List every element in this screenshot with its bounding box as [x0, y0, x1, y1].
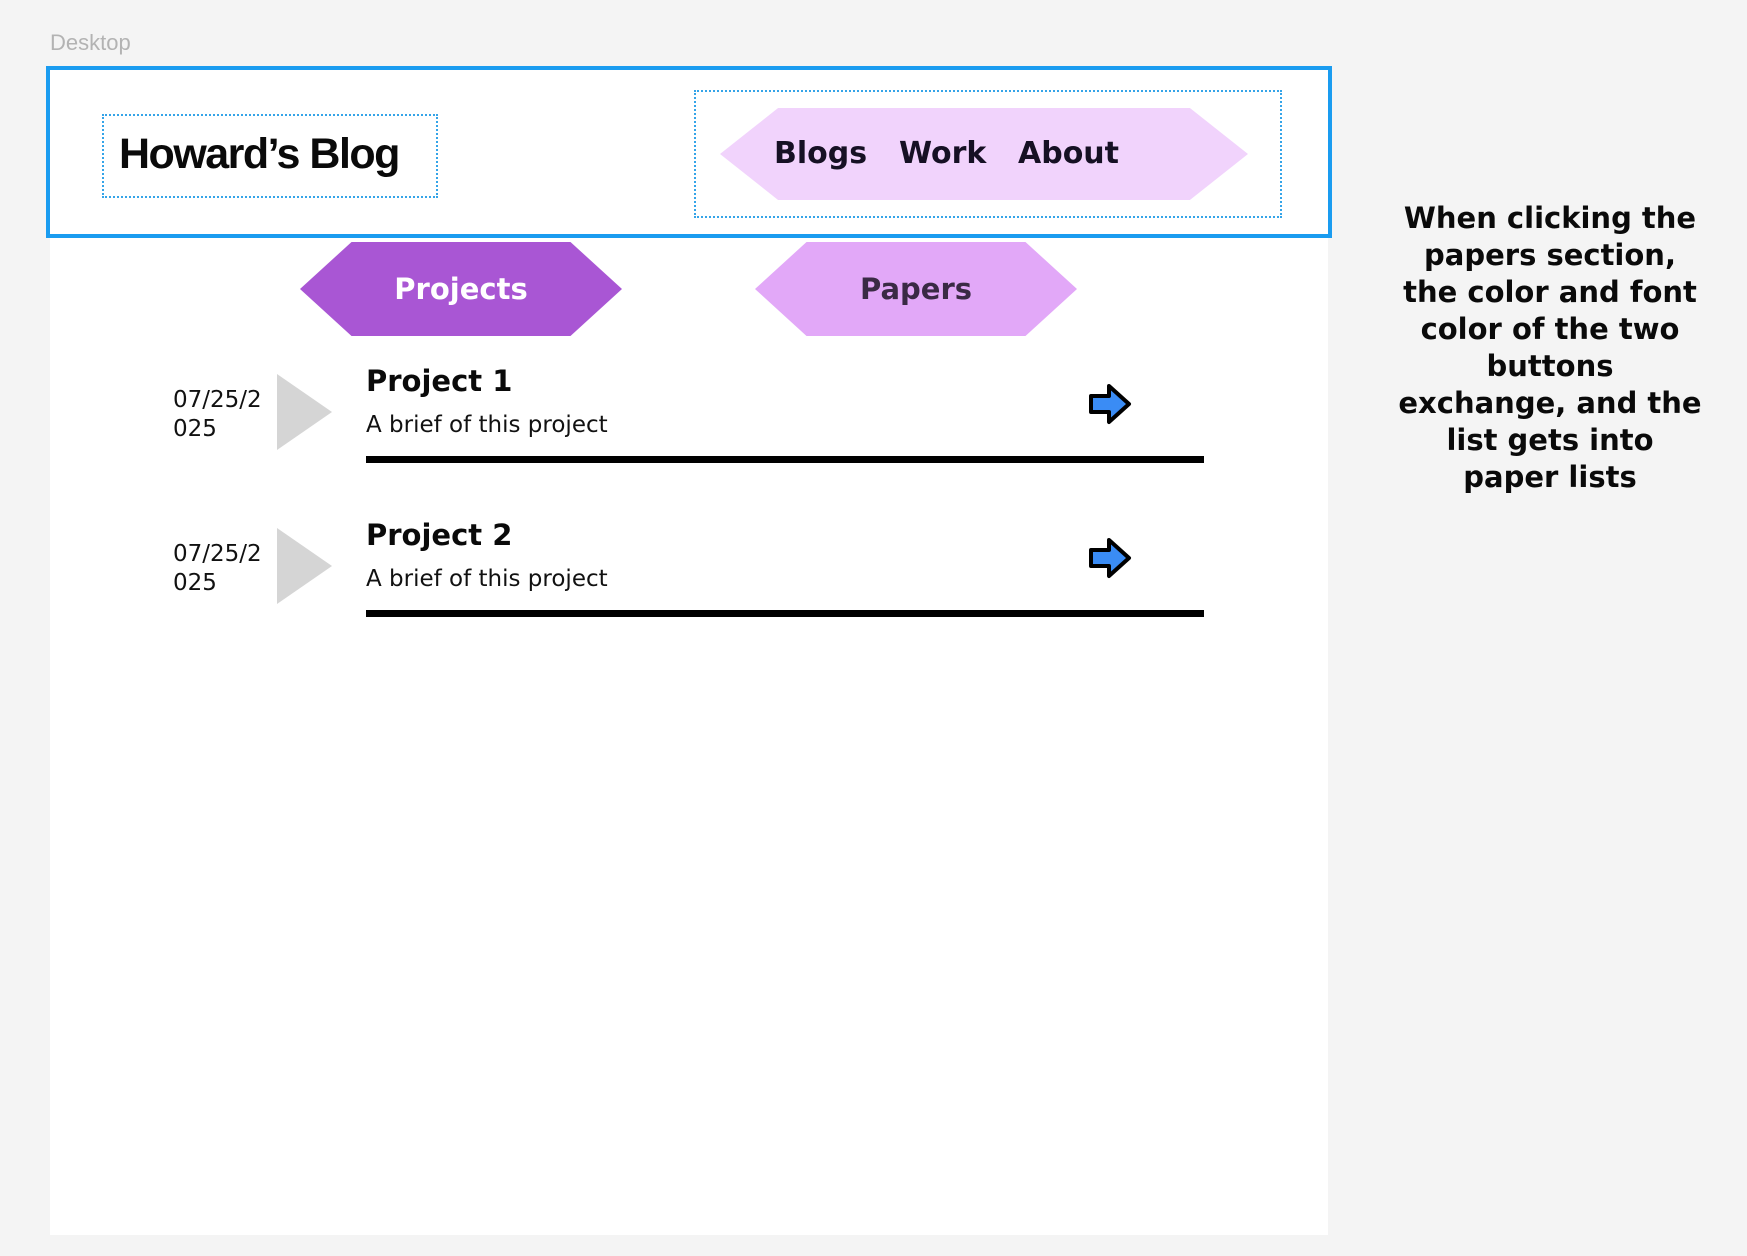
triangle-icon	[277, 374, 332, 450]
tab-papers[interactable]: Papers	[755, 242, 1077, 336]
item-date: 07/25/2025	[173, 387, 262, 442]
arrow-right-icon[interactable]	[1088, 536, 1132, 580]
list-item[interactable]: 07/25/2025 Project 2 A brief of this pro…	[0, 518, 1240, 680]
annotation-note: When clicking the papers section, the co…	[1398, 201, 1702, 494]
nav-item-work[interactable]: Work	[899, 136, 986, 171]
list-item[interactable]: 07/25/2025 Project 1 A brief of this pro…	[0, 364, 1240, 526]
tab-projects-label: Projects	[394, 272, 528, 306]
logo-container: Howard’s Blog	[102, 114, 438, 198]
item-date: 07/25/2025	[173, 541, 262, 596]
nav-item-blogs[interactable]: Blogs	[774, 136, 867, 171]
triangle-icon	[277, 528, 332, 604]
site-logo[interactable]: Howard’s Blog	[119, 130, 400, 179]
site-header: Howard’s Blog Blogs Work About	[46, 66, 1332, 238]
item-brief: A brief of this project	[366, 566, 608, 592]
main-nav: Blogs Work About	[694, 90, 1282, 218]
row-divider	[366, 610, 1204, 617]
item-title[interactable]: Project 2	[366, 518, 512, 552]
row-divider	[366, 456, 1204, 463]
tab-papers-label: Papers	[859, 272, 973, 306]
tab-projects[interactable]: Projects	[300, 242, 622, 336]
arrow-right-icon[interactable]	[1088, 382, 1132, 426]
nav-item-about[interactable]: About	[1018, 136, 1119, 171]
frame-label: Desktop	[50, 30, 131, 55]
item-title[interactable]: Project 1	[366, 364, 512, 398]
item-brief: A brief of this project	[366, 412, 608, 438]
